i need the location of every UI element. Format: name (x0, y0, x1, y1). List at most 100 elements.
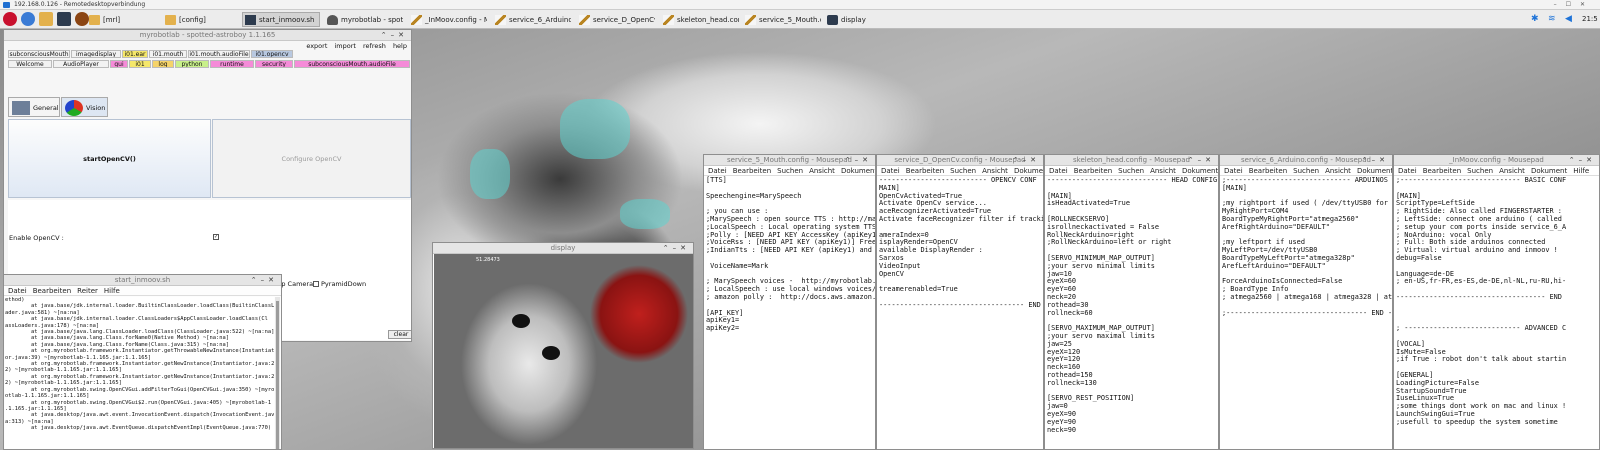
editor-text[interactable]: ----------------------------- HEAD CONFI… (1045, 176, 1218, 449)
window-controls[interactable]: ⌃–✕ (1362, 155, 1389, 165)
tab-0-row1[interactable]: subconsciousMouth (8, 50, 70, 58)
window-controls[interactable]: ⌃–✕ (251, 275, 278, 285)
menu-item[interactable]: Suchen (1293, 167, 1319, 175)
file-manager-icon[interactable] (39, 12, 53, 26)
enable-opencv-checkbox[interactable]: ✓ (213, 234, 219, 240)
menu-item[interactable]: Hilfe (1573, 167, 1589, 175)
menu-hilfe[interactable]: Hilfe (104, 287, 120, 295)
taskbar-task[interactable]: service_5_Mouth.con... (742, 12, 822, 27)
menu-item[interactable]: Ansicht (1499, 167, 1525, 175)
menu-item[interactable]: Dokument (1182, 167, 1218, 175)
menu-item[interactable]: Suchen (950, 167, 976, 175)
menu-item[interactable]: Bearbeiten (906, 167, 944, 175)
taskbar-task[interactable]: start_inmoov.sh (242, 12, 320, 27)
taskbar-task[interactable]: skeleton_head.config ... (660, 12, 740, 27)
remote-window-controls[interactable]: –☐✕ (1554, 0, 1594, 10)
tab-2-row1[interactable]: i01.ear (122, 50, 148, 58)
tab-1-row1[interactable]: imagedisplay (71, 50, 121, 58)
scrollbar-thumb[interactable] (276, 301, 279, 449)
bluetooth-icon[interactable]: ✱ (1531, 13, 1539, 25)
editor-text[interactable]: ;----------------------------- BASIC CON… (1394, 176, 1599, 449)
menu-item[interactable]: Bearbeiten (733, 167, 771, 175)
display-titlebar[interactable]: display ⌃–✕ (433, 243, 693, 254)
tab-vision[interactable]: Vision (61, 97, 108, 117)
menu-item[interactable]: Datei (1049, 167, 1068, 175)
terminal-output[interactable]: ethod) at java.base/jdk.internal.loader.… (5, 297, 274, 449)
menu-item[interactable]: Datei (1224, 167, 1243, 175)
tab-3-row1[interactable]: i01.mouth (149, 50, 187, 58)
start-opencv-button[interactable]: startOpenCV() (8, 119, 211, 198)
myrobotlab-titlebar[interactable]: myrobotlab - spotted-astroboy 1.1.165 ⌃–✕ (4, 30, 411, 41)
tab-6-row2[interactable]: runtime (210, 60, 254, 68)
menu-item[interactable]: Ansicht (809, 167, 835, 175)
window-controls[interactable]: ⌃–✕ (663, 243, 690, 253)
taskbar-task[interactable]: [config] (162, 12, 240, 27)
taskbar-task[interactable]: service_D_OpenCv.co... (576, 12, 656, 27)
clear-button[interactable]: clear (388, 330, 411, 339)
window-controls[interactable]: ⌃–✕ (1188, 155, 1215, 165)
network-icon[interactable]: ≋ (1548, 13, 1556, 25)
menu-item[interactable]: Ansicht (1150, 167, 1176, 175)
menu-item[interactable]: Dokument (1014, 167, 1043, 175)
window-controls[interactable]: ⌃–✕ (1013, 155, 1040, 165)
tab-5-row1[interactable]: i01.opencv (251, 50, 293, 58)
taskbar-task[interactable]: [mrl] (86, 12, 160, 27)
taskbar-task[interactable]: _InMoov.config - Mou... (408, 12, 488, 27)
export-button[interactable]: export (306, 42, 327, 50)
taskbar-task[interactable]: service_6_Arduino.co... (492, 12, 572, 27)
tab-general[interactable]: General (8, 97, 60, 117)
menu-item[interactable]: Dokument (1531, 167, 1567, 175)
menu-item[interactable]: Datei (1398, 167, 1417, 175)
menu-reiter[interactable]: Reiter (77, 287, 98, 295)
menu-item[interactable]: Datei (708, 167, 727, 175)
menu-item[interactable]: Dokument (1357, 167, 1392, 175)
menu-item[interactable]: Ansicht (1325, 167, 1351, 175)
editor-titlebar[interactable]: service_D_OpenCv.config - Mousepad ⌃–✕ (877, 155, 1043, 166)
window-controls[interactable]: ⌃–✕ (381, 30, 408, 40)
window-controls[interactable]: ⌃–✕ (1569, 155, 1596, 165)
menu-item[interactable]: Suchen (1467, 167, 1493, 175)
tab-2-row2[interactable]: gui (110, 60, 128, 68)
tab-1-row2[interactable]: AudioPlayer (53, 60, 109, 68)
refresh-button[interactable]: refresh (363, 42, 386, 50)
terminal-titlebar[interactable]: start_inmoov.sh ⌃–✕ (4, 275, 281, 286)
menu-item[interactable]: Datei (881, 167, 900, 175)
raspberry-menu-icon[interactable] (3, 12, 17, 26)
menu-item[interactable]: Dokument (841, 167, 875, 175)
terminal-scrollbar[interactable] (275, 297, 280, 449)
editor-text[interactable]: [TTS] Speechengine=MarySpeech; you can us… (704, 176, 875, 449)
terminal-launcher-icon[interactable] (57, 12, 71, 26)
tab-5-row2[interactable]: python (175, 60, 209, 68)
help-button[interactable]: help (393, 42, 407, 50)
editor-text[interactable]: ;------------------------------ ARDUINOS… (1220, 176, 1392, 449)
tab-0-row2[interactable]: Welcome (8, 60, 52, 68)
menu-item[interactable]: Bearbeiten (1074, 167, 1112, 175)
menu-item[interactable]: Bearbeiten (1249, 167, 1287, 175)
tab-3-row2[interactable]: i01 (129, 60, 151, 68)
window-controls[interactable]: ⌃–✕ (845, 155, 872, 165)
menu-bearbeiten[interactable]: Bearbeiten (33, 287, 71, 295)
clock[interactable]: 21:5 (1582, 13, 1598, 25)
configure-opencv-button[interactable]: Configure OpenCV (212, 119, 411, 198)
menu-item[interactable]: Suchen (777, 167, 803, 175)
menu-item[interactable]: Bearbeiten (1423, 167, 1461, 175)
menu-item[interactable]: Suchen (1118, 167, 1144, 175)
tab-8-row2[interactable]: subconsciousMouth.audioFile (294, 60, 410, 68)
menu-item[interactable]: Ansicht (982, 167, 1008, 175)
editor-titlebar[interactable]: skeleton_head.config - Mousepad ⌃–✕ (1045, 155, 1218, 166)
editor-text[interactable]: -------------------------- OPENCV CONF MA… (877, 176, 1043, 449)
tab-4-row1[interactable]: i01.mouth.audioFile (188, 50, 250, 58)
taskbar-task[interactable]: myrobotlab - spotted-... (324, 12, 404, 27)
editor-titlebar[interactable]: service_5_Mouth.config - Mousepad ⌃–✕ (704, 155, 875, 166)
editor-titlebar[interactable]: service_6_Arduino.config - Mousepad ⌃–✕ (1220, 155, 1392, 166)
import-button[interactable]: import (334, 42, 355, 50)
pyramid-down-checkbox[interactable] (313, 281, 319, 287)
tab-7-row2[interactable]: security (255, 60, 293, 68)
browser-icon[interactable] (21, 12, 35, 26)
taskbar-task[interactable]: display (824, 12, 874, 27)
editor-titlebar[interactable]: _InMoov.config - Mousepad ⌃–✕ (1394, 155, 1599, 166)
tab-4-row2[interactable]: log (152, 60, 174, 68)
menu-datei[interactable]: Datei (8, 287, 27, 295)
volume-icon[interactable]: ◀ (1565, 13, 1572, 25)
